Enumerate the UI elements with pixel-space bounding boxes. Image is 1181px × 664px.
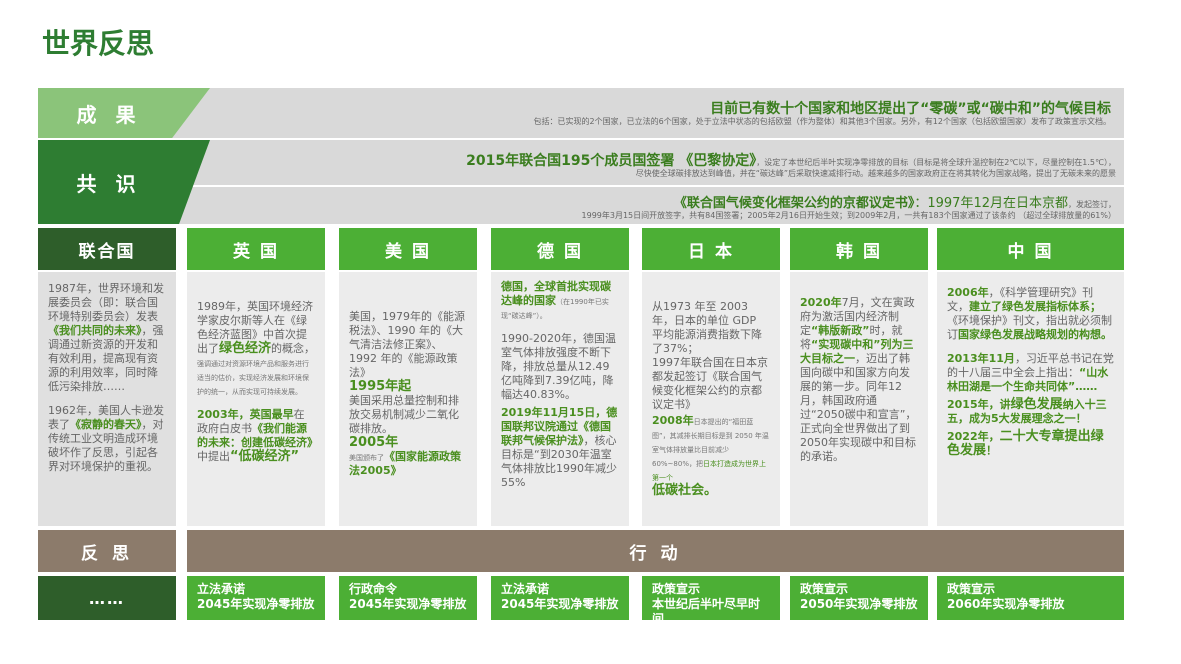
reflection-label: 反 思	[38, 530, 176, 572]
footer-ellipsis: ……	[38, 576, 176, 620]
paris-detail-2: 尽快使全球碳排放达到峰值，并在“碳达峰”后采取快速减排行动。越来越多的国家政府正…	[635, 169, 1116, 178]
action-label: 行 动	[187, 530, 1124, 572]
jp-para-3: 2008年日本提出的“福田蓝图”，其减排长期目标是到 2050 年温室气体排放量…	[652, 414, 769, 498]
kyoto-headline: 《联合国气候变化框架公约的京都议定书》	[673, 196, 915, 211]
footer-jp: 政策宣示 本世纪后半叶尽早时间	[642, 576, 780, 626]
uk-para-1: 1989年，英国环境经济学家皮尔斯等人在《绿色经济蓝图》中首次提出了绿色经济的概…	[197, 300, 316, 396]
footer-us: 行政命令 2045年实现净零排放	[339, 576, 477, 620]
column-head-de: 德 国	[491, 228, 629, 270]
uk-para-2: 2003年，英国最早在政府白皮书《我们能源的未来：创建低碳经济》中提出“低碳经济…	[197, 408, 318, 464]
us-para-2: 1995年起 美国采用总量控制和排放交易机制减少二氧化碳排放。	[349, 379, 459, 436]
column-head-kr: 韩 国	[790, 228, 928, 270]
jp-para-1: 从1973 年至 2003 年，日本的单位 GDP 平均能源消费指数下降了37%…	[652, 300, 762, 355]
us-para-1: 美国，1979年的《能源税法》、1990 年的《大气清洁法修正案》、1992 年…	[349, 310, 465, 379]
cn-para-1: 2006年，《科学管理研究》刊文，建立了绿色发展指标体系；《环境保护》刊文，指出…	[947, 286, 1112, 341]
column-body-jp: 从1973 年至 2003 年，日本的单位 GDP 平均能源消费指数下降了37%…	[642, 272, 780, 526]
kyoto-detail: 1999年3月15日间开放签字，共有84国签署；2005年2月16日开始生效；到…	[581, 211, 1116, 220]
cn-para-3: 2015年，讲绿色发展纳入十三五，成为5大发展理念之一！	[947, 397, 1107, 426]
un-para-2: 1962年，美国人卡逊发表了《寂静的春天》，对传统工业文明造成环境破坏作了反思，…	[48, 404, 164, 473]
de-para-3: 2019年11月15日，德国联邦议院通过《德国联邦气候保护法》，核心目标是“到2…	[501, 406, 618, 489]
column-head-jp: 日 本	[642, 228, 780, 270]
paris-line: 2015年联合国195个成员国签署 《巴黎协定》，设定了本世纪后半叶实现净零排放…	[466, 150, 1116, 170]
column-head-cn: 中 国	[937, 228, 1124, 270]
un-para-1: 1987年，世界环境和发展委员会（即：联合国环境特别委员会）发表《我们共同的未来…	[48, 282, 164, 393]
column-body-un: 1987年，世界环境和发展委员会（即：联合国环境特别委员会）发表《我们共同的未来…	[38, 272, 176, 526]
kyoto-date: ：1997年12月在日本京都	[914, 196, 1068, 211]
page-title: 世界反思	[42, 27, 155, 60]
paris-headline: 2015年联合国195个成员国签署 《巴黎协定》	[466, 153, 757, 169]
achievement-headline: 目前已有数十个国家和地区提出了“零碳”或“碳中和”的气候目标	[710, 101, 1111, 117]
column-head-us: 美 国	[339, 228, 477, 270]
achievement-detail: 包括：已实现的2个国家，已立法的6个国家，处于立法中状态的包括欧盟（作为整体）和…	[533, 117, 1111, 126]
column-body-uk: 1989年，英国环境经济学家皮尔斯等人在《绿色经济蓝图》中首次提出了绿色经济的概…	[187, 272, 325, 526]
kyoto-tail: ，发起签订，	[1068, 200, 1116, 209]
de-para-2: 1990-2020年，德国温室气体排放强度不断下降，排放总量从12.49亿吨降到…	[501, 332, 616, 401]
kr-para-1: 2020年7月，文在寅政府为激活国内经济制定“韩版新政”时，就将“实现碳中和”列…	[800, 296, 917, 463]
us-para-3: 2005年 美国颁布了《国家能源政策法2005》	[349, 435, 461, 478]
column-body-cn: 2006年，《科学管理研究》刊文，建立了绿色发展指标体系；《环境保护》刊文，指出…	[937, 272, 1124, 526]
jp-para-2: 1997年联合国在日本京都发起签订《联合国气候变化框架公约的京都议定书》	[652, 356, 768, 411]
column-body-kr: 2020年7月，文在寅政府为激活国内经济制定“韩版新政”时，就将“实现碳中和”列…	[790, 272, 928, 526]
column-head-un: 联合国	[38, 228, 176, 270]
footer-kr: 政策宣示 2050年实现净零排放	[790, 576, 928, 620]
paris-detail-1: ，设定了本世纪后半叶实现净零排放的目标（目标是将全球升温控制在2℃以下，尽量控制…	[756, 158, 1116, 167]
cn-para-4: 2022年，二十大专章提出绿色发展！	[947, 429, 1104, 458]
column-body-us: 美国，1979年的《能源税法》、1990 年的《大气清洁法修正案》、1992 年…	[339, 272, 477, 526]
cn-para-2: 2013年11月，习近平总书记在党的十八届三中全会上指出：“山水林田湖是一个生命…	[947, 352, 1114, 393]
column-body-de: 德国，全球首批实现碳达峰的国家（在1990年已实现“碳达峰”）。 1990-20…	[491, 272, 629, 526]
footer-cn: 政策宣示 2060年实现净零排放	[937, 576, 1124, 620]
footer-uk: 立法承诺 2045年实现净零排放	[187, 576, 325, 620]
kyoto-line: 《联合国气候变化框架公约的京都议定书》：1997年12月在日本京都，发起签订，	[674, 192, 1116, 211]
column-head-uk: 英 国	[187, 228, 325, 270]
de-para-1: 德国，全球首批实现碳达峰的国家（在1990年已实现“碳达峰”）。	[501, 280, 611, 320]
footer-de: 立法承诺 2045年实现净零排放	[491, 576, 629, 620]
